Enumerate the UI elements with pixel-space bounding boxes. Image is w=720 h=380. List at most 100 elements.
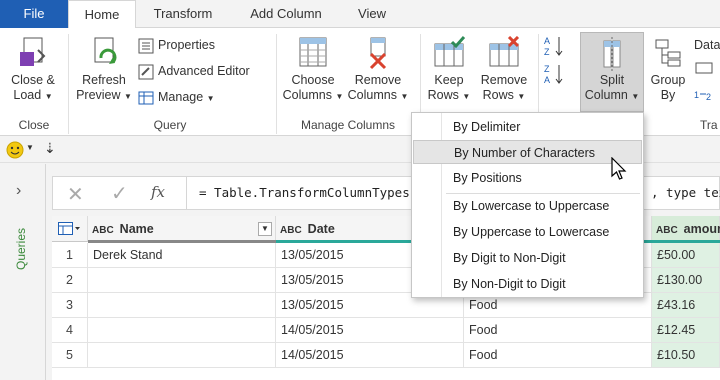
cell-date[interactable]: 14/05/2015 [276, 343, 464, 368]
cell-name[interactable]: Derek Stand [88, 243, 276, 268]
remove-rows-label-1: Remove [480, 73, 528, 87]
cell-category[interactable]: Food [464, 343, 652, 368]
close-load-label-1: Close & [11, 73, 55, 87]
choose-columns-button[interactable]: Choose Columns ▼ [282, 36, 344, 104]
column-header-label: Name [119, 222, 154, 236]
svg-text:A: A [544, 36, 550, 46]
keep-rows-button[interactable]: Keep Rows ▼ [424, 36, 474, 104]
formula-text[interactable]: = Table.TransformColumnTypes [199, 185, 410, 200]
manage-label: Manage [158, 90, 204, 104]
remove-columns-button[interactable]: Remove Columns ▼ [346, 36, 410, 104]
group-by-button[interactable]: Group By [646, 36, 690, 103]
row-number[interactable]: 5 [52, 343, 88, 368]
group-by-label-1: Group [650, 73, 686, 87]
split-column-label-2: Column ▼ [584, 88, 640, 102]
sort-descending-icon: Z A [544, 64, 563, 85]
menu-item-by-number-of-characters[interactable]: By Number of Characters [413, 140, 642, 164]
smiley-feedback-icon[interactable] [6, 141, 24, 162]
close-load-icon [20, 37, 46, 66]
cell-name[interactable] [88, 318, 276, 343]
svg-text:Z: Z [544, 64, 550, 74]
text-type-icon: ABC [656, 225, 678, 236]
cell-name[interactable] [88, 293, 276, 318]
advanced-editor-label: Advanced Editor [158, 64, 250, 78]
menu-item-by-digit-to-non-digit[interactable]: By Digit to Non-Digit [413, 246, 642, 270]
advanced-editor-button[interactable]: Advanced Editor [138, 60, 250, 82]
remove-rows-label-2: Rows ▼ [482, 88, 526, 102]
cell-name[interactable] [88, 268, 276, 293]
tab-file[interactable]: File [0, 0, 68, 28]
split-column-button[interactable]: Split Column ▼ [580, 32, 644, 112]
formula-text-tail[interactable]: , type text [651, 185, 720, 200]
choose-columns-label-1: Choose [291, 73, 335, 87]
cell-category[interactable]: Food [464, 318, 652, 343]
refresh-label-2: Preview ▼ [76, 88, 132, 102]
cell-amount[interactable]: £12.45 [652, 318, 720, 343]
row-number[interactable]: 2 [52, 268, 88, 293]
use-first-row-button[interactable] [694, 60, 714, 82]
replace-values-button[interactable]: 1 2 [694, 86, 714, 108]
customize-toolbar-icon[interactable]: ⇣ [44, 140, 56, 157]
remove-columns-icon [369, 37, 387, 70]
tab-add-column[interactable]: Add Column [236, 0, 336, 28]
advanced-editor-icon [138, 64, 154, 80]
row-number[interactable]: 1 [52, 243, 88, 268]
data-type-button[interactable]: Data [694, 34, 720, 56]
fx-icon[interactable]: fx [151, 183, 165, 201]
mouse-cursor-icon [611, 157, 627, 180]
cell-amount[interactable]: £130.00 [652, 268, 720, 293]
cell-amount[interactable]: £10.50 [652, 343, 720, 368]
cell-amount[interactable]: £50.00 [652, 243, 720, 268]
headers-icon [695, 62, 713, 74]
row-number[interactable]: 3 [52, 293, 88, 318]
column-header-label: Date [307, 222, 335, 236]
sort-ascending-button[interactable]: A Z [544, 34, 566, 60]
group-by-icon [655, 39, 681, 67]
tab-view[interactable]: View [344, 0, 400, 28]
menu-item-by-delimiter[interactable]: By Delimiter [413, 115, 642, 139]
svg-text:2: 2 [706, 92, 711, 102]
svg-text:A: A [544, 75, 550, 85]
table-menu-button[interactable] [52, 216, 88, 242]
group-label-close: Close [18, 118, 50, 132]
split-column-menu: By Delimiter By Number of Characters By … [411, 112, 644, 298]
menu-item-by-non-digit-to-digit[interactable]: By Non-Digit to Digit [413, 272, 642, 296]
split-column-label-1: Split [599, 73, 625, 87]
formula-controls: ✕ ✓ fx [53, 177, 187, 209]
cell-date[interactable]: 14/05/2015 [276, 318, 464, 343]
properties-label: Properties [158, 38, 215, 52]
menu-item-by-uppercase-to-lowercase[interactable]: By Uppercase to Lowercase [413, 220, 642, 244]
cancel-icon[interactable]: ✕ [67, 182, 84, 207]
remove-rows-button[interactable]: Remove Rows ▼ [476, 36, 532, 104]
confirm-icon[interactable]: ✓ [111, 181, 128, 206]
cell-amount[interactable]: £43.16 [652, 293, 720, 318]
cell-name[interactable] [88, 343, 276, 368]
close-load-button[interactable]: Close & Load ▼ [6, 36, 60, 104]
menu-item-by-lowercase-to-uppercase[interactable]: By Lowercase to Uppercase [413, 194, 642, 218]
sort-descending-button[interactable]: Z A [544, 62, 566, 88]
expand-queries-icon[interactable]: › [16, 182, 21, 200]
group-label-query: Query [153, 118, 187, 132]
column-header-label: amoun [683, 222, 720, 236]
tab-home[interactable]: Home [68, 0, 136, 29]
remove-columns-label-1: Remove [354, 73, 402, 87]
group-label-manage-columns: Manage Columns [300, 118, 396, 132]
smiley-dropdown-icon[interactable]: ▼ [26, 143, 34, 152]
row-number[interactable]: 4 [52, 318, 88, 343]
ribbon-tab-bar: File Home Transform Add Column View [0, 0, 720, 29]
ribbon-separator [68, 34, 69, 134]
refresh-label-1: Refresh [82, 73, 126, 87]
tab-transform[interactable]: Transform [140, 0, 226, 28]
svg-text:Z: Z [544, 47, 550, 57]
refresh-preview-button[interactable]: Refresh Preview ▼ [74, 36, 134, 104]
column-header-name[interactable]: ABC Name ▼ [88, 216, 276, 242]
close-load-label-2: Load ▼ [13, 88, 53, 102]
menu-item-by-positions[interactable]: By Positions [413, 166, 642, 190]
column-header-amount[interactable]: ABC amoun [652, 216, 720, 242]
filter-dropdown-icon[interactable]: ▼ [258, 222, 272, 236]
table-icon [58, 222, 80, 235]
keep-rows-label-2: Rows ▼ [427, 88, 471, 102]
queries-label[interactable]: Queries [14, 228, 28, 270]
manage-button[interactable]: Manage ▼ [138, 86, 215, 108]
properties-button[interactable]: Properties [138, 34, 215, 56]
